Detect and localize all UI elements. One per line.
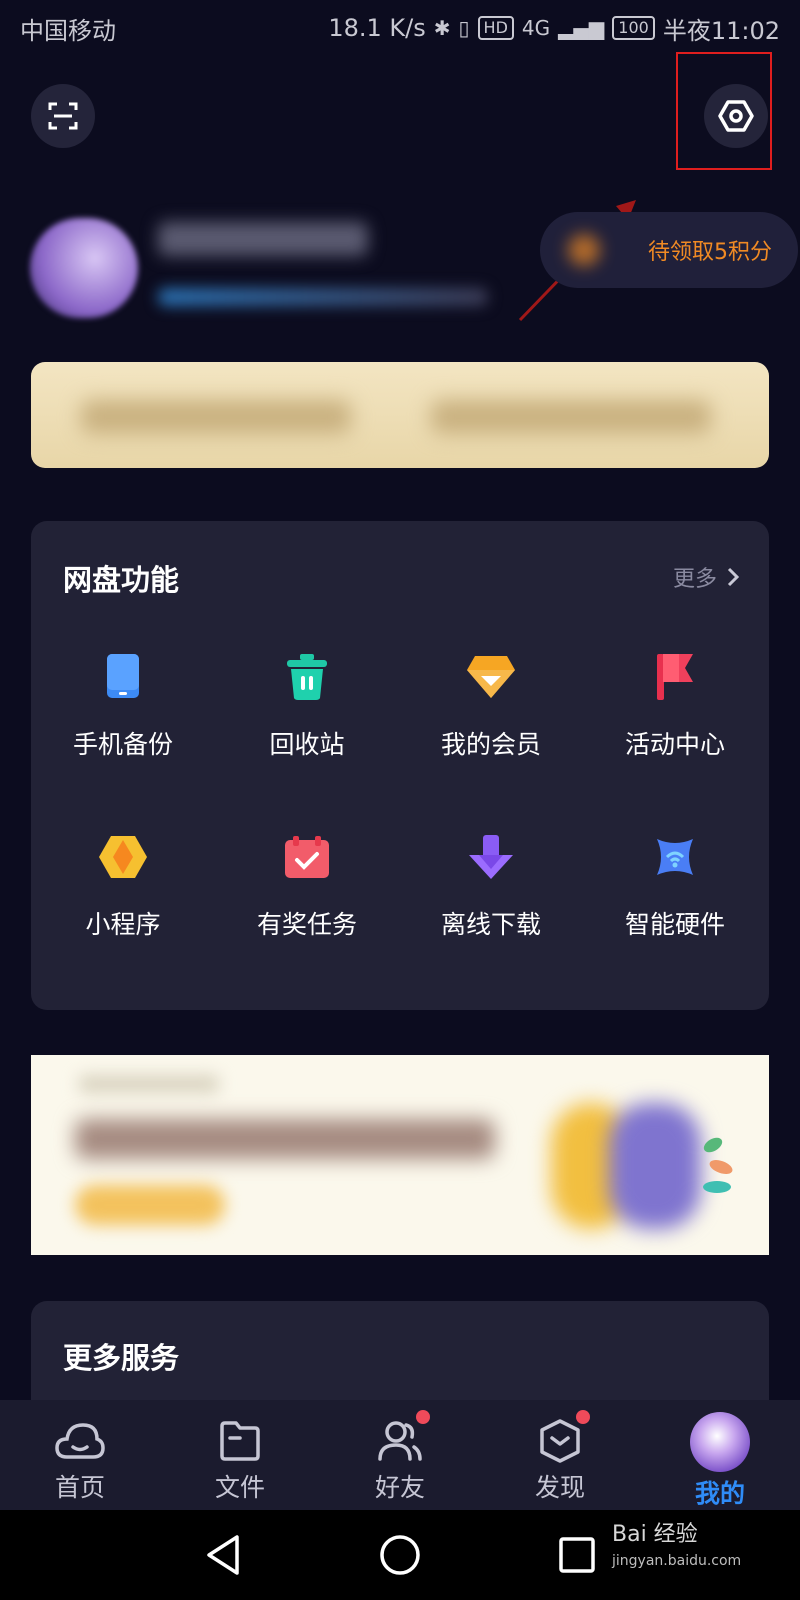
avatar[interactable]	[30, 218, 138, 318]
feature-recycle-bin[interactable]: 回收站	[215, 649, 399, 789]
notification-dot	[576, 1410, 590, 1424]
baidu-jingyan-watermark: Bai 经验 jingyan.baidu.com	[612, 1522, 741, 1574]
annotation-arrow	[518, 200, 636, 322]
feature-reward-tasks[interactable]: 有奖任务	[215, 829, 399, 969]
bottom-tab-bar: 首页 文件 好友 发现 我的	[0, 1400, 800, 1510]
feature-label: 回收站	[269, 730, 345, 759]
feature-label: 智能硬件	[624, 910, 725, 939]
feature-offline-download[interactable]: 离线下载	[399, 829, 583, 969]
feature-activity-center[interactable]: 活动中心	[583, 649, 767, 789]
feature-mini-program[interactable]: 小程序	[31, 829, 215, 969]
friends-icon	[373, 1416, 427, 1466]
more-link[interactable]: 更多	[673, 561, 739, 593]
blurred-banner-action	[431, 400, 711, 434]
blurred-promo-subtitle	[79, 1075, 219, 1093]
back-button[interactable]	[198, 1530, 248, 1580]
feature-smart-hardware[interactable]: 智能硬件	[583, 829, 767, 969]
vip-diamond-icon	[463, 649, 519, 705]
watermark-brand: Bai 经验	[612, 1522, 698, 1547]
recycle-bin-icon	[279, 649, 335, 705]
blurred-username	[158, 222, 368, 256]
flag-icon	[647, 649, 703, 705]
leaf-decoration-icon	[703, 1137, 733, 1193]
feature-label: 手机备份	[72, 730, 173, 759]
feature-label: 有奖任务	[256, 910, 357, 939]
tab-label: 我的	[694, 1479, 745, 1508]
feature-label: 离线下载	[440, 910, 541, 939]
tab-discover[interactable]: 发现	[480, 1400, 640, 1510]
avatar	[690, 1412, 750, 1472]
tab-label: 首页	[54, 1473, 105, 1502]
feature-label: 活动中心	[624, 730, 725, 759]
download-arrow-icon	[463, 829, 519, 885]
back-triangle-icon	[207, 1535, 239, 1575]
home-button[interactable]	[375, 1530, 425, 1580]
tab-files[interactable]: 文件	[160, 1400, 320, 1510]
features-card: 网盘功能 更多 手机备份 回收站 我的会员 活动中心 小程序 有奖任务 离线下载…	[31, 521, 769, 1010]
blurred-promo-button	[75, 1185, 225, 1225]
smart-hardware-icon	[647, 829, 703, 885]
watermark-url: jingyan.baidu.com	[612, 1553, 742, 1569]
discover-box-icon	[533, 1416, 587, 1466]
notification-dot	[416, 1410, 430, 1424]
recents-square-icon	[559, 1537, 595, 1573]
promo-banner[interactable]	[31, 1055, 769, 1255]
home-circle-icon	[380, 1535, 420, 1575]
chevron-right-icon	[727, 567, 739, 587]
folder-icon	[213, 1416, 267, 1466]
feature-label: 我的会员	[440, 730, 541, 759]
more-label: 更多	[672, 567, 717, 592]
blurred-promo-art-purple	[609, 1103, 701, 1229]
membership-banner[interactable]	[31, 362, 769, 468]
phone-backup-icon	[95, 649, 151, 705]
points-button[interactable]: 待领取5积分	[540, 212, 798, 288]
tab-label: 发现	[534, 1473, 585, 1502]
points-coin-icon	[568, 234, 600, 266]
cloud-icon	[53, 1416, 107, 1466]
task-calendar-icon	[279, 829, 335, 885]
mini-program-icon	[95, 829, 151, 885]
feature-my-vip[interactable]: 我的会员	[399, 649, 583, 789]
tab-label: 好友	[374, 1473, 425, 1502]
recents-button[interactable]	[552, 1530, 602, 1580]
feature-phone-backup[interactable]: 手机备份	[31, 649, 215, 789]
services-title: 更多服务	[63, 1341, 180, 1375]
blurred-banner-text	[81, 400, 351, 434]
blurred-promo-title	[75, 1119, 495, 1159]
blurred-user-info	[158, 288, 488, 306]
tab-label: 文件	[214, 1473, 265, 1502]
tab-friends[interactable]: 好友	[320, 1400, 480, 1510]
tab-home[interactable]: 首页	[0, 1400, 160, 1510]
points-label: 待领取5积分	[648, 240, 772, 265]
features-title: 网盘功能	[63, 563, 180, 597]
profile-section[interactable]: 待领取5积分	[30, 210, 798, 320]
feature-label: 小程序	[85, 910, 161, 939]
tab-me[interactable]: 我的	[640, 1400, 800, 1510]
